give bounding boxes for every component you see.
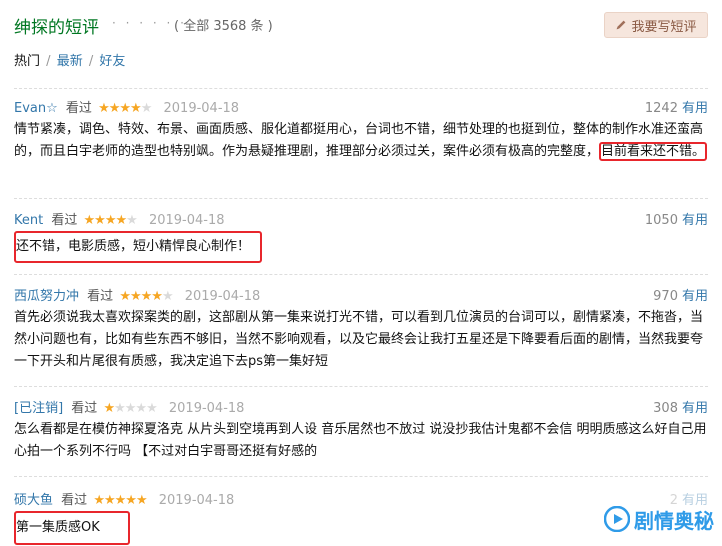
- play-logo-icon: [604, 506, 630, 532]
- comment-user[interactable]: Kent: [14, 213, 43, 228]
- watch-status: 看过: [87, 289, 114, 304]
- star-filled-icon: ★: [104, 213, 117, 228]
- comment-text: 怎么看都是在模仿神探夏洛克 从片头到空境再到人设 音乐居然也不放过 说没抄我估计…: [14, 422, 707, 459]
- pencil-icon: [617, 20, 626, 30]
- comment-date: 2019-04-18: [168, 401, 245, 416]
- useful-button[interactable]: 有用: [682, 289, 708, 304]
- star-filled-icon: ★: [135, 493, 148, 508]
- star-filled-icon: ★: [103, 401, 115, 416]
- highlighted-text: 还不错，电影质感，短小精悍良心制作！: [14, 231, 263, 263]
- star-empty-icon: ★: [114, 401, 126, 416]
- comment-meta: Kent 看过 ★★★★★ 2019-04-18 1050 有用: [14, 209, 708, 231]
- tab-latest[interactable]: 最新: [57, 54, 83, 69]
- star-filled-icon: ★: [93, 493, 105, 508]
- star-empty-icon: ★: [146, 401, 158, 416]
- star-filled-icon: ★: [94, 213, 106, 228]
- vote-count: 970 有用: [653, 285, 708, 304]
- comment-item: Kent 看过 ★★★★★ 2019-04-18 1050 有用 还不错，电影质感…: [14, 198, 708, 263]
- star-filled-icon: ★: [98, 101, 110, 116]
- watch-status: 看过: [51, 213, 78, 228]
- tab-friends[interactable]: 好友: [99, 54, 125, 69]
- comment-user[interactable]: 西瓜努力冲: [14, 289, 79, 304]
- star-filled-icon: ★: [115, 213, 127, 228]
- comment-item: Evan☆ 看过 ★★★★★ 2019-04-18 1242 有用 情节紧凑，调色…: [14, 88, 708, 163]
- star-filled-icon: ★: [108, 101, 121, 116]
- vote-number: 1242: [644, 101, 678, 116]
- vote-count: 308 有用: [653, 397, 708, 416]
- rating-stars: ★★★★★: [103, 401, 158, 416]
- rating-stars: ★★★★★: [83, 213, 138, 228]
- comment-user[interactable]: Evan☆: [14, 101, 58, 116]
- star-filled-icon: ★: [130, 101, 142, 116]
- comment-user[interactable]: 硕大鱼: [14, 493, 53, 508]
- comment-meta: 西瓜努力冲 看过 ★★★★★ 2019-04-18 970 有用: [14, 285, 708, 307]
- comments-header: 绅探的短评 · · · · · · ( 全部 3568 条 ) 我要写短评: [14, 8, 708, 42]
- vote-count: 1050 有用: [645, 209, 708, 228]
- star-empty-icon: ★: [135, 401, 147, 416]
- comment-text: 首先必须说我太喜欢探案类的剧，这部剧从第一集来说打光不错，可以看到几位演员的台词…: [14, 310, 704, 369]
- watch-status: 看过: [71, 401, 98, 416]
- comment-text: 情节紧凑，调色、特效、布景、画面质感、服化道都挺用心，台词也不错，细节处理的也挺…: [14, 119, 708, 163]
- comment-text: 还不错，电影质感，短小精悍良心制作！: [14, 231, 708, 263]
- star-filled-icon: ★: [103, 493, 116, 508]
- comment-date: 2019-04-18: [163, 101, 240, 116]
- tab-separator: /: [46, 54, 51, 69]
- sort-tabs: 热门 / 最新 / 好友: [14, 50, 127, 69]
- useful-button[interactable]: 有用: [682, 101, 708, 116]
- rating-stars: ★★★★★: [119, 289, 174, 304]
- comment-date: 2019-04-18: [184, 289, 261, 304]
- rating-stars: ★★★★★: [93, 493, 148, 508]
- watch-status: 看过: [61, 493, 88, 508]
- highlighted-text: 目前看来还不错。: [599, 142, 708, 161]
- highlighted-text: 第一集质感OK: [14, 511, 130, 545]
- star-filled-icon: ★: [119, 101, 131, 116]
- comment-meta: Evan☆ 看过 ★★★★★ 2019-04-18 1242 有用: [14, 97, 708, 119]
- star-filled-icon: ★: [151, 289, 163, 304]
- star-filled-icon: ★: [119, 289, 131, 304]
- comment-item: 西瓜努力冲 看过 ★★★★★ 2019-04-18 970 有用 首先必须说我太喜…: [14, 274, 708, 373]
- star-empty-icon: ★: [161, 289, 174, 304]
- vote-number: 970: [653, 289, 678, 304]
- watch-status: 看过: [65, 101, 92, 116]
- star-filled-icon: ★: [83, 213, 96, 228]
- watermark-text: 剧情奥秘: [634, 508, 714, 533]
- comment-meta: [已注销] 看过 ★★★★★ 2019-04-18 308 有用: [14, 397, 708, 419]
- tab-hot[interactable]: 热门: [14, 54, 40, 69]
- star-empty-icon: ★: [126, 213, 138, 228]
- write-comment-button[interactable]: 我要写短评: [604, 12, 708, 38]
- star-empty-icon: ★: [124, 401, 137, 416]
- write-comment-label: 我要写短评: [631, 19, 697, 35]
- star-filled-icon: ★: [129, 289, 142, 304]
- total-count[interactable]: ( 全部 3568 条 ): [174, 15, 273, 34]
- star-empty-icon: ★: [140, 101, 153, 116]
- comment-item: [已注销] 看过 ★★★★★ 2019-04-18 308 有用 怎么看都是在模仿…: [14, 386, 708, 463]
- star-filled-icon: ★: [114, 493, 127, 508]
- useful-button[interactable]: 有用: [682, 401, 708, 416]
- section-title: 绅探的短评: [14, 18, 99, 38]
- vote-number: 1050: [644, 213, 678, 228]
- vote-number: 308: [653, 401, 678, 416]
- comment-date: 2019-04-18: [158, 493, 235, 508]
- star-filled-icon: ★: [140, 289, 153, 304]
- rating-stars: ★★★★★: [98, 101, 153, 116]
- vote-count: 1242 有用: [645, 97, 708, 116]
- watermark: 剧情奥秘: [604, 502, 714, 536]
- comment-user[interactable]: [已注销]: [14, 401, 63, 416]
- tab-separator: /: [88, 54, 94, 69]
- star-filled-icon: ★: [125, 493, 137, 508]
- comment-date: 2019-04-18: [148, 213, 225, 228]
- useful-button[interactable]: 有用: [682, 213, 708, 228]
